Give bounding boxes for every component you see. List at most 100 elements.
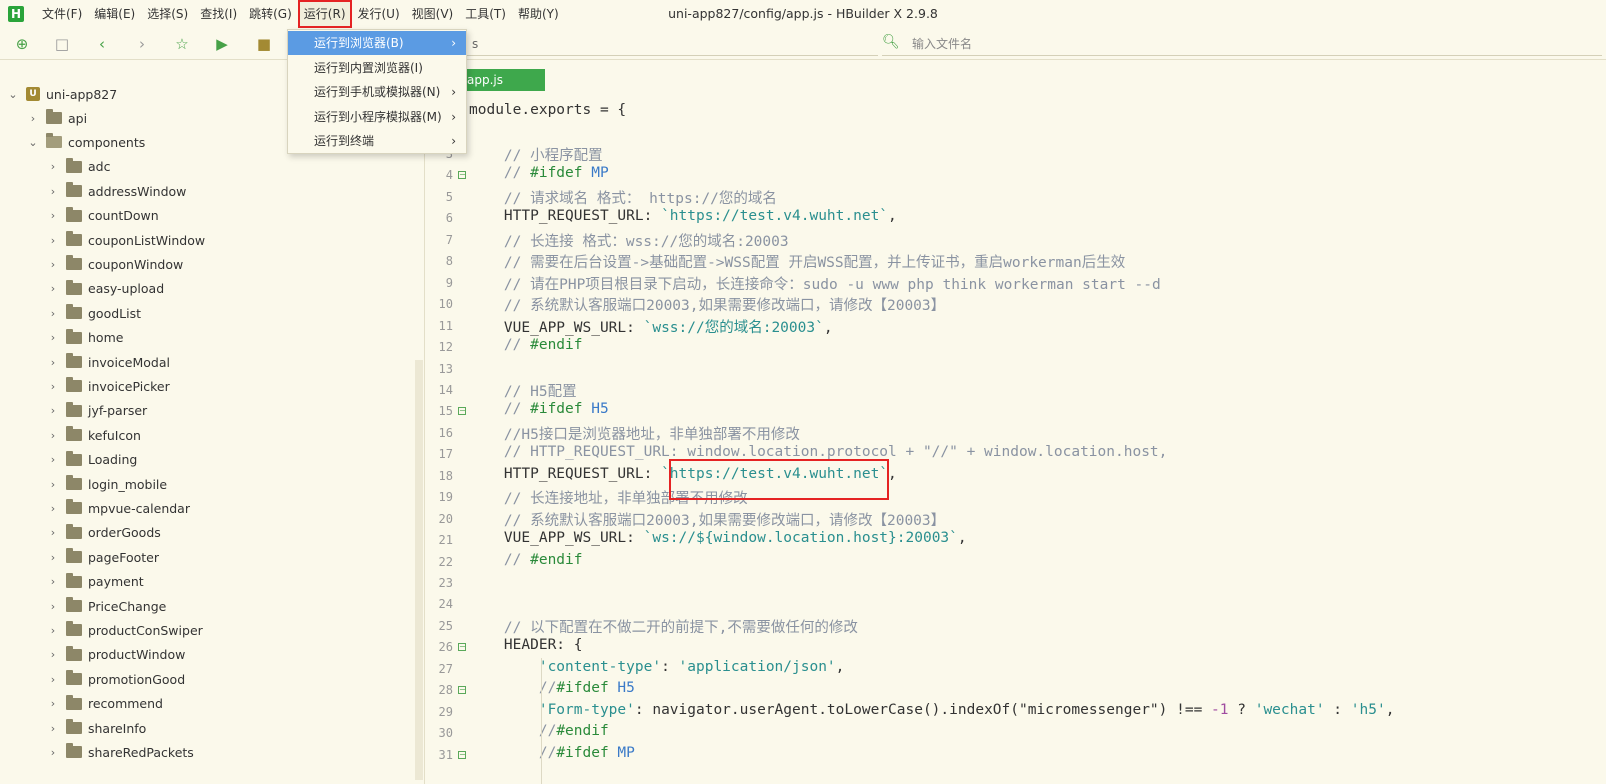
tree-item-components[interactable]: ⌄ components <box>26 130 145 154</box>
project-icon[interactable]: ■ <box>254 34 274 54</box>
fold-collapse-icon[interactable]: − <box>458 171 466 180</box>
tree-item-adc[interactable]: › adc <box>46 155 110 179</box>
chevron-right-icon[interactable]: › <box>46 184 60 198</box>
tree-item-addresswindow[interactable]: › addressWindow <box>46 179 186 203</box>
code-editor[interactable]: 3 4−5 6 7 8 9 10 11 12 13 14 15−16 17 18 19 20 21 22 23 24 2… <box>425 60 1606 784</box>
favorite-star-icon[interactable]: ☆ <box>172 34 192 54</box>
menu-goto[interactable]: 跳转(G) <box>243 0 298 28</box>
chevron-right-icon[interactable]: › <box>46 306 60 320</box>
tree-item-productconswiper[interactable]: › productConSwiper <box>46 618 203 642</box>
tree-item-payment[interactable]: › payment <box>46 570 144 594</box>
chevron-right-icon[interactable]: › <box>46 697 60 711</box>
new-file-icon[interactable]: ⊕ <box>12 34 32 54</box>
forward-icon[interactable]: › <box>132 34 152 54</box>
run-menu-item-1[interactable]: 运行到内置浏览器(I) <box>288 56 466 80</box>
sidebar-scrollbar[interactable] <box>415 360 423 780</box>
tree-item-loading[interactable]: › Loading <box>46 448 137 472</box>
code-line: // 请在PHP项目根目录下启动，长连接命令：sudo -u www php t… <box>469 273 1161 294</box>
tree-item-promotiongood[interactable]: › promotionGood <box>46 667 185 691</box>
menu-tools[interactable]: 工具(T) <box>459 0 512 28</box>
tree-item-countdown[interactable]: › countDown <box>46 204 159 228</box>
tree-item-couponlistwindow[interactable]: › couponListWindow <box>46 228 205 252</box>
tree-item-productwindow[interactable]: › productWindow <box>46 643 185 667</box>
chevron-right-icon[interactable]: › <box>26 111 40 125</box>
code-line: // #endif <box>469 552 583 573</box>
chevron-right-icon[interactable]: › <box>46 355 60 369</box>
folder-icon <box>66 475 82 490</box>
chevron-right-icon[interactable]: › <box>46 233 60 247</box>
chevron-right-icon[interactable]: › <box>46 282 60 296</box>
chevron-right-icon[interactable]: › <box>46 550 60 564</box>
tree-item-pagefooter[interactable]: › pageFooter <box>46 545 159 569</box>
line-number: 17 <box>438 447 453 462</box>
tree-item-home[interactable]: › home <box>46 326 123 350</box>
run-menu-item-2[interactable]: 运行到手机或模拟器(N) › <box>288 80 466 104</box>
chevron-right-icon[interactable]: › <box>46 575 60 589</box>
tree-item-api[interactable]: › api <box>26 106 87 130</box>
chevron-down-icon[interactable]: ⌄ <box>6 87 20 101</box>
back-icon[interactable]: ‹ <box>92 34 112 54</box>
menu-publish[interactable]: 发行(U) <box>352 0 406 28</box>
menu-edit[interactable]: 编辑(E) <box>88 0 141 28</box>
menu-file[interactable]: 文件(F) <box>36 0 88 28</box>
run-menu-item-3[interactable]: 运行到小程序模拟器(M) › <box>288 105 466 129</box>
folder-icon <box>46 109 62 124</box>
chevron-right-icon[interactable]: › <box>46 623 60 637</box>
line-number: 23 <box>438 576 453 590</box>
fold-collapse-icon[interactable]: − <box>458 407 466 416</box>
tree-item-invoicemodal[interactable]: › invoiceModal <box>46 350 170 374</box>
folder-icon <box>66 621 82 637</box>
tree-item-easy-upload[interactable]: › easy-upload <box>46 277 164 301</box>
code-token: H5 <box>582 401 609 418</box>
tree-item-shareinfo[interactable]: › shareInfo <box>46 716 146 740</box>
tree-item-ordergoods[interactable]: › orderGoods <box>46 521 161 545</box>
chevron-right-icon[interactable]: › <box>46 648 60 662</box>
run-menu-item-0[interactable]: 运行到浏览器(B) › <box>288 31 466 55</box>
chevron-right-icon[interactable]: › <box>46 745 60 759</box>
project-root[interactable]: ⌄ U uni-app827 <box>6 82 117 106</box>
fold-collapse-icon[interactable]: − <box>458 686 466 695</box>
chevron-right-icon[interactable]: › <box>46 672 60 686</box>
menu-view[interactable]: 视图(V) <box>406 0 460 28</box>
chevron-right-icon[interactable]: › <box>46 331 60 345</box>
tree-item-recommend[interactable]: › recommend <box>46 692 163 716</box>
tree-item-mpvue-calendar[interactable]: › mpvue-calendar <box>46 496 190 520</box>
menu-help[interactable]: 帮助(Y) <box>512 0 565 28</box>
save-icon[interactable]: □ <box>52 34 72 54</box>
chevron-right-icon[interactable]: › <box>46 257 60 271</box>
chevron-right-icon[interactable]: › <box>46 453 60 467</box>
code-token: 'content-type' <box>538 658 662 675</box>
tree-item-pricechange[interactable]: › PriceChange <box>46 594 166 618</box>
chevron-right-icon[interactable]: › <box>46 379 60 393</box>
line-number: 29 <box>438 704 453 719</box>
chevron-right-icon[interactable]: › <box>46 160 60 174</box>
chevron-right-icon[interactable]: › <box>46 428 60 442</box>
editor-tab-app-js[interactable]: app.js <box>461 69 545 91</box>
fold-collapse-icon[interactable]: − <box>458 643 466 652</box>
chevron-right-icon[interactable]: › <box>46 599 60 613</box>
tree-item-login-mobile[interactable]: › login_mobile <box>46 472 167 496</box>
tree-item-jyf-parser[interactable]: › jyf-parser <box>46 399 147 423</box>
menu-run[interactable]: 运行(R) <box>297 0 352 28</box>
chevron-right-icon[interactable]: › <box>46 721 60 735</box>
tree-item-label: couponListWindow <box>88 232 206 248</box>
run-play-icon[interactable]: ▶ <box>212 34 232 54</box>
file-search-input[interactable] <box>912 34 1312 54</box>
fold-collapse-icon[interactable]: − <box>458 750 466 759</box>
menu-find[interactable]: 查找(I) <box>194 0 243 28</box>
tree-item-goodlist[interactable]: › goodList <box>46 301 141 325</box>
chevron-right-icon[interactable]: › <box>46 526 60 540</box>
tree-item-label: easy-upload <box>88 281 165 297</box>
menu-select[interactable]: 选择(S) <box>141 0 194 28</box>
chevron-right-icon[interactable]: › <box>46 501 60 515</box>
tree-item-kefuicon[interactable]: › kefuIcon <box>46 423 141 447</box>
code-token: , <box>957 530 967 547</box>
run-menu-item-4[interactable]: 运行到终端 › <box>288 129 466 153</box>
tree-item-shareredpackets[interactable]: › shareRedPackets <box>46 740 194 764</box>
tree-item-couponwindow[interactable]: › couponWindow <box>46 252 183 276</box>
chevron-right-icon[interactable]: › <box>46 209 60 223</box>
tree-item-invoicepicker[interactable]: › invoicePicker <box>46 374 170 398</box>
chevron-right-icon[interactable]: › <box>46 404 60 418</box>
chevron-down-icon[interactable]: ⌄ <box>26 135 40 149</box>
chevron-right-icon[interactable]: › <box>46 477 60 491</box>
